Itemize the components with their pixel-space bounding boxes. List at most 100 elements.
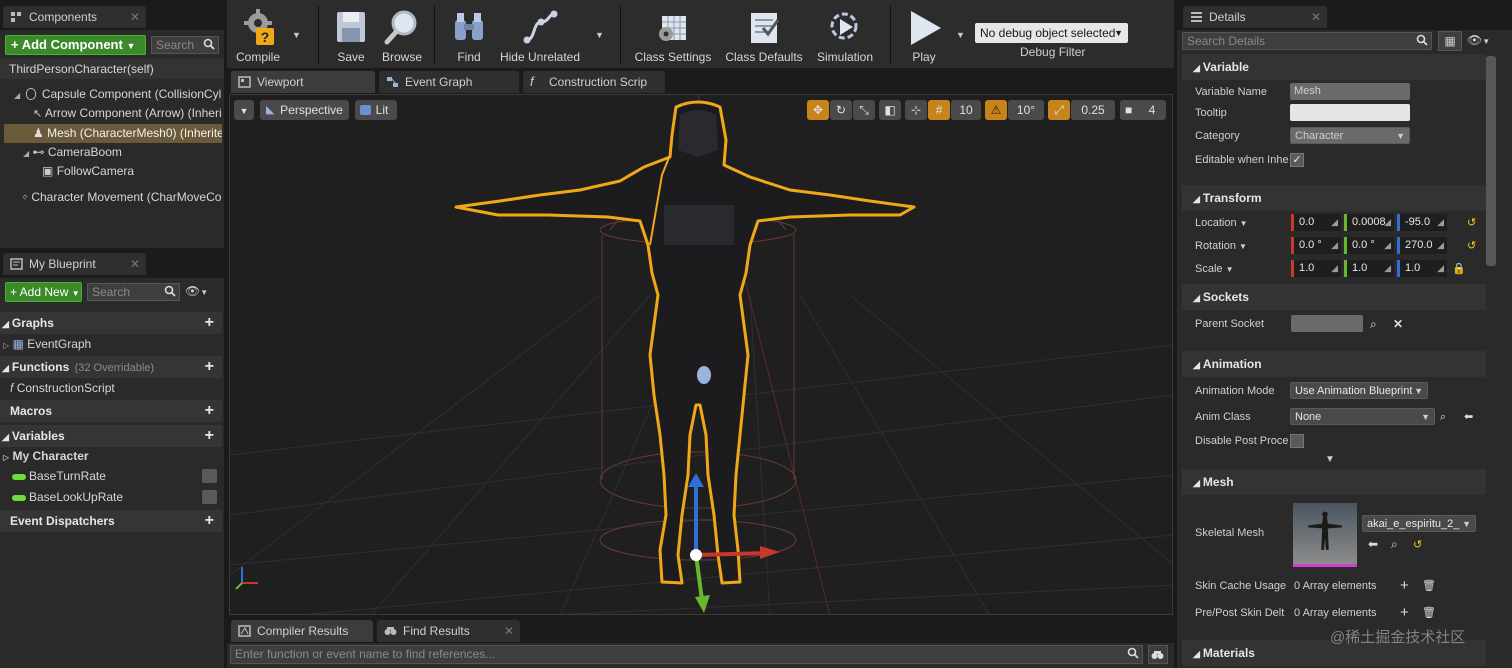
compile-button[interactable]: ? Compile xyxy=(232,8,284,64)
tab-my-blueprint[interactable]: My Blueprint ✕ xyxy=(3,253,146,275)
coordinate-system-button[interactable]: ◧ xyxy=(879,100,901,120)
list-item-constructionscript[interactable]: f ConstructionScript xyxy=(0,379,222,398)
expand-icon[interactable]: ◢ xyxy=(23,149,29,158)
variable-category-my-character[interactable]: ▷ My Character xyxy=(0,447,222,466)
lit-button[interactable]: Lit xyxy=(355,100,397,120)
tab-compiler-results[interactable]: Compiler Results xyxy=(231,620,373,642)
details-search-input[interactable]: Search Details xyxy=(1182,32,1432,50)
tooltip-field[interactable] xyxy=(1290,104,1410,121)
tree-item-arrow[interactable]: ↖ Arrow Component (Arrow) (Inheri xyxy=(0,104,222,123)
tree-item-mesh[interactable]: ♟ Mesh (CharacterMesh0) (Inherite xyxy=(4,124,222,143)
section-event-dispatchers[interactable]: Event Dispatchers + xyxy=(0,510,222,532)
variable-baseturnrate[interactable]: BaseTurnRate xyxy=(0,467,222,486)
add-element-icon[interactable]: + xyxy=(1400,574,1409,598)
viewport[interactable] xyxy=(229,94,1173,615)
grid-snap-value[interactable]: 10 xyxy=(951,100,981,120)
grid-snap-button[interactable]: # xyxy=(928,100,950,120)
eye-closed-icon[interactable] xyxy=(202,490,217,504)
clear-x-icon[interactable]: ✕ xyxy=(1393,312,1403,336)
location-label[interactable]: Location ▼ xyxy=(1195,211,1290,236)
tab-construction-script[interactable]: f Construction Scrip xyxy=(523,71,665,93)
add-graph-icon[interactable]: + xyxy=(205,312,214,334)
rotation-snap-button[interactable]: ⚠ xyxy=(985,100,1007,120)
trash-icon[interactable]: 🗑 xyxy=(1422,574,1436,598)
tree-item-capsule[interactable]: ◢ Capsule Component (CollisionCylin xyxy=(0,85,222,104)
perspective-button[interactable]: ◣ Perspective xyxy=(260,100,349,120)
anim-class-select[interactable]: None ▼ xyxy=(1290,408,1435,425)
scale-z-field[interactable]: 1.0 ◢ xyxy=(1397,260,1447,277)
close-icon[interactable]: ✕ xyxy=(504,620,514,642)
category-select[interactable]: Character ▼ xyxy=(1290,127,1410,144)
visibility-eye-icon[interactable]: 👁▼ xyxy=(185,284,215,300)
scale-snap-value[interactable]: 0.25 xyxy=(1071,100,1115,120)
close-icon[interactable]: ✕ xyxy=(1311,6,1321,28)
play-button[interactable]: Play xyxy=(898,8,950,64)
viewport-options-button[interactable]: ▼ xyxy=(234,100,254,120)
rotation-z-field[interactable]: 270.0 ◢ xyxy=(1397,237,1447,254)
find-references-input[interactable]: Enter function or event name to find ref… xyxy=(230,645,1143,664)
tab-components[interactable]: Components ✕ xyxy=(3,6,146,28)
add-dispatcher-icon[interactable]: + xyxy=(205,510,214,532)
close-icon[interactable]: ✕ xyxy=(130,6,140,28)
animation-mode-select[interactable]: Use Animation Blueprint ▼ xyxy=(1290,382,1428,399)
search-icon[interactable]: ⌕ xyxy=(1370,312,1377,336)
skeletal-mesh-select[interactable]: akai_e_espiritu_2_ ▼ xyxy=(1362,515,1476,532)
class-settings-button[interactable]: Class Settings xyxy=(633,8,713,64)
hide-unrelated-chevron-icon[interactable]: ▼ xyxy=(595,30,604,40)
reset-arrow-icon[interactable]: ↺ xyxy=(1413,538,1422,551)
section-graphs[interactable]: ◢ Graphs + xyxy=(0,312,222,334)
scale-x-field[interactable]: 1.0 ◢ xyxy=(1291,260,1341,277)
add-variable-icon[interactable]: + xyxy=(205,425,214,447)
rotate-mode-button[interactable]: ↻ xyxy=(830,100,852,120)
tab-viewport[interactable]: Viewport xyxy=(231,71,375,93)
disable-post-process-checkbox[interactable] xyxy=(1290,434,1304,448)
tree-item-cameraboom[interactable]: ◢ ⊷ CameraBoom xyxy=(0,143,222,162)
section-variables[interactable]: ◢ Variables + xyxy=(0,425,222,447)
eye-closed-icon[interactable] xyxy=(202,469,217,483)
simulation-button[interactable]: Simulation xyxy=(813,8,877,64)
location-z-field[interactable]: -95.0 ◢ xyxy=(1397,214,1447,231)
parent-socket-field[interactable] xyxy=(1291,315,1363,332)
category-sockets[interactable]: ◢ Sockets xyxy=(1182,284,1486,310)
find-in-all-blueprints-button[interactable] xyxy=(1148,645,1168,664)
debug-object-select[interactable]: No debug object selected ▼ xyxy=(975,23,1128,43)
tab-event-graph[interactable]: Event Graph xyxy=(379,71,519,93)
use-selected-arrow-icon[interactable]: ⬅ xyxy=(1464,405,1473,429)
rotation-snap-value[interactable]: 10° xyxy=(1008,100,1044,120)
category-mesh[interactable]: ◢ Mesh xyxy=(1182,469,1486,495)
reset-arrow-icon[interactable]: ↺ xyxy=(1467,211,1476,235)
search-icon[interactable]: ⌕ xyxy=(1391,537,1398,552)
visibility-eye-icon[interactable]: 👁▼ xyxy=(1467,33,1497,49)
tree-item-charmovement[interactable]: ᛜ Character Movement (CharMoveCo xyxy=(0,188,222,207)
category-animation[interactable]: ◢ Animation xyxy=(1182,351,1486,377)
compile-options-chevron-icon[interactable]: ▼ xyxy=(292,30,301,40)
add-function-icon[interactable]: + xyxy=(205,356,214,378)
add-component-button[interactable]: + Add Component ▼ xyxy=(5,35,146,55)
rotation-x-field[interactable]: 0.0 ° ◢ xyxy=(1291,237,1341,254)
surface-snap-button[interactable]: ⊹ xyxy=(905,100,927,120)
location-y-field[interactable]: 0.0008 ◢ xyxy=(1344,214,1394,231)
camera-speed-button[interactable]: ■ 4 xyxy=(1120,100,1166,120)
translate-mode-button[interactable]: ✥ xyxy=(807,100,829,120)
close-icon[interactable]: ✕ xyxy=(130,253,140,275)
trash-icon[interactable]: 🗑 xyxy=(1422,601,1436,625)
components-search-input[interactable]: Search xyxy=(151,36,219,54)
blueprint-search-input[interactable]: Search xyxy=(87,283,180,301)
hide-unrelated-button[interactable]: Hide Unrelated xyxy=(499,8,581,64)
tab-details[interactable]: Details ✕ xyxy=(1183,6,1327,28)
play-options-chevron-icon[interactable]: ▼ xyxy=(956,30,965,40)
browse-button[interactable]: Browse xyxy=(379,8,425,64)
show-advanced-chevron-icon[interactable]: ▼ xyxy=(1325,454,1335,465)
add-element-icon[interactable]: + xyxy=(1400,601,1409,625)
list-item-eventgraph[interactable]: ▷ ▦ EventGraph xyxy=(0,335,222,354)
tab-find-results[interactable]: Find Results ✕ xyxy=(377,620,520,642)
editable-checkbox[interactable]: ✓ xyxy=(1290,153,1304,167)
property-matrix-button[interactable]: ▦ xyxy=(1438,31,1462,51)
use-selected-arrow-icon[interactable]: ⬅ xyxy=(1368,537,1378,551)
section-macros[interactable]: Macros + xyxy=(0,400,222,422)
section-functions[interactable]: ◢ Functions (32 Overridable) + xyxy=(0,356,222,378)
rotation-label[interactable]: Rotation ▼ xyxy=(1195,234,1290,259)
scale-y-field[interactable]: 1.0 ◢ xyxy=(1344,260,1394,277)
scale-label[interactable]: Scale ▼ xyxy=(1195,257,1290,282)
skeletal-mesh-thumbnail[interactable] xyxy=(1293,503,1357,567)
